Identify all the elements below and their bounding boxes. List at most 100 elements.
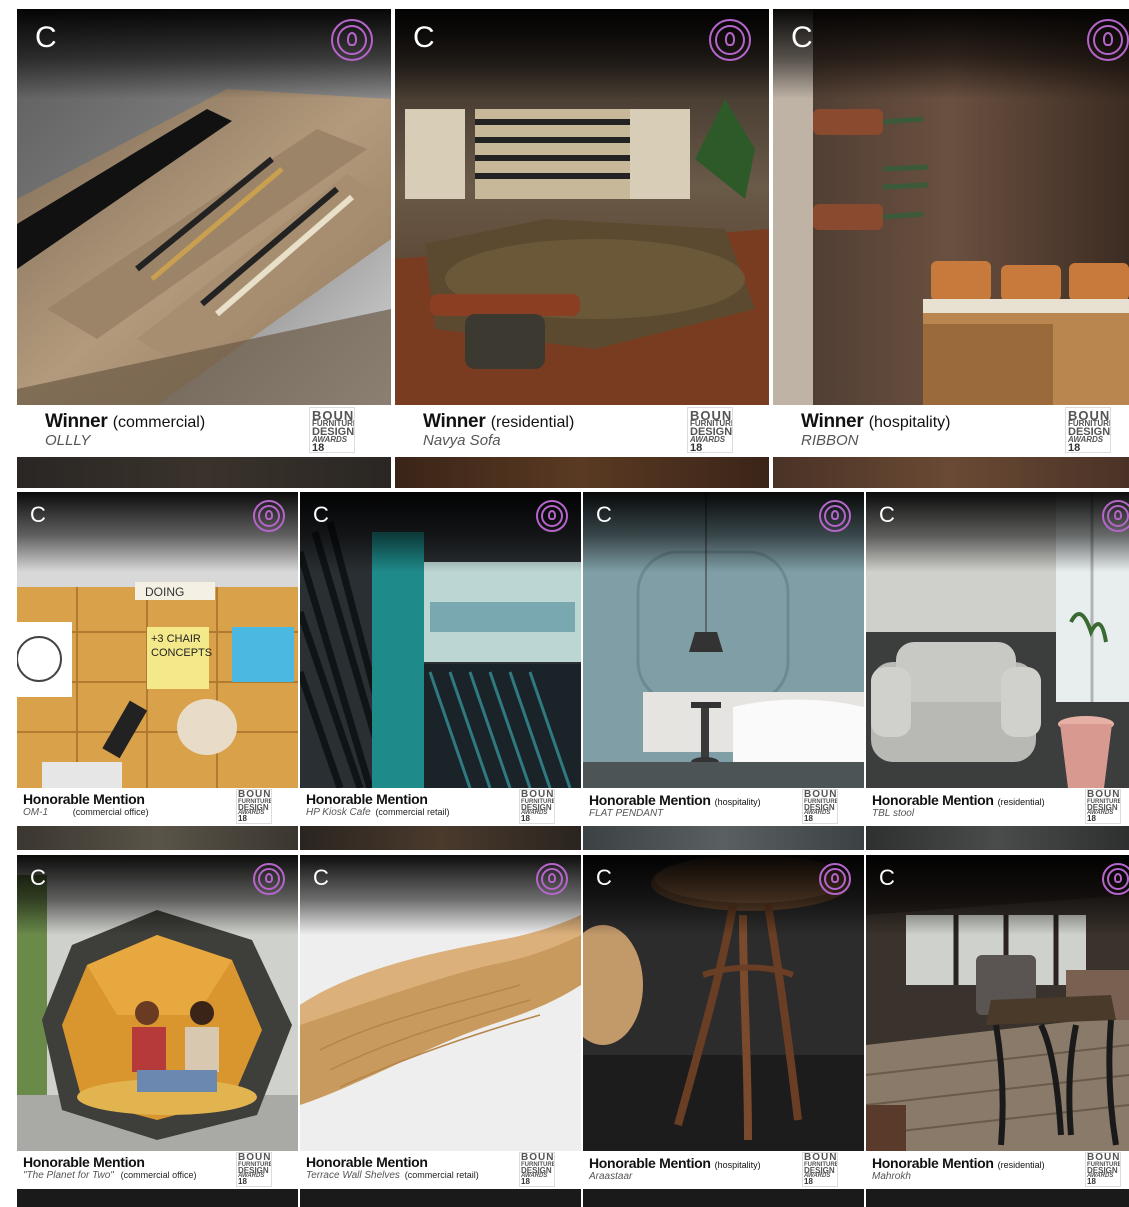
- top-gradient: [866, 492, 1129, 572]
- award-title: Winner: [45, 411, 108, 432]
- award-card-hp-kiosk-cafe[interactable]: C Honorable Mention HP Kiosk Cafe (comme…: [300, 492, 581, 850]
- boun-awards-logo: BOUN FURNITURE DESIGN AWARDS 18: [1085, 1152, 1121, 1187]
- award-card-navya-sofa[interactable]: C Winner (residential) Navya Sofa BOUN F…: [395, 9, 769, 488]
- top-gradient: [866, 855, 1129, 935]
- award-label: Winner (residential) Navya Sofa BOUN FUR…: [395, 405, 769, 457]
- reader-badge-icon: [1102, 863, 1129, 895]
- reader-badge-icon: [536, 863, 568, 895]
- award-card-mahrokh[interactable]: C Honorable Mention (residential) Mahrok…: [866, 855, 1129, 1207]
- image-strip: [17, 457, 391, 488]
- svg-text:DOING: DOING: [145, 585, 184, 599]
- top-gradient: [17, 9, 391, 99]
- project-name: FLAT PENDANT: [589, 808, 664, 819]
- award-title: Honorable Mention: [23, 1154, 145, 1170]
- project-name: "The Planet for Two" (commercial office): [23, 1170, 197, 1181]
- award-label: Winner (commercial) OLLLY BOUN FURNITURE…: [17, 405, 391, 457]
- award-card-flat-pendant[interactable]: C Honorable Mention (hospitality) FLAT P…: [583, 492, 864, 850]
- project-name: Navya Sofa: [423, 432, 501, 449]
- project-name: OM-1 (commercial office): [23, 807, 149, 818]
- award-title: Winner: [423, 411, 486, 432]
- boun-awards-logo: BOUN FURNITURE DESIGN AWARDS 18: [519, 1152, 555, 1187]
- corner-mark: C: [35, 21, 57, 54]
- corner-mark: C: [596, 502, 612, 527]
- award-title: Honorable Mention: [306, 1154, 428, 1170]
- corner-mark: C: [30, 502, 46, 527]
- image-strip: [583, 1189, 864, 1207]
- award-label: Honorable Mention Terrace Wall Shelves (…: [300, 1151, 581, 1189]
- award-label: Honorable Mention HP Kiosk Cafe (commerc…: [300, 788, 581, 826]
- top-gradient: [300, 855, 581, 935]
- corner-mark: C: [30, 865, 46, 890]
- corner-mark: C: [879, 502, 895, 527]
- reader-badge-icon: [253, 863, 285, 895]
- award-title: Honorable Mention: [306, 791, 428, 807]
- award-category: (commercial retail): [375, 807, 450, 817]
- award-label: Honorable Mention "The Planet for Two" (…: [17, 1151, 298, 1189]
- corner-mark: C: [791, 21, 813, 54]
- award-category: (hospitality): [714, 1160, 761, 1170]
- top-gradient: [583, 492, 864, 572]
- image-strip: [300, 826, 581, 850]
- top-gradient: [773, 9, 1129, 99]
- award-category: (residential): [997, 1160, 1045, 1170]
- reader-badge-icon: [1102, 500, 1129, 532]
- award-card-om-1[interactable]: DOING +3 CHAIR CONCEPTS C Honorable Ment…: [17, 492, 298, 850]
- award-category: (residential): [490, 414, 575, 431]
- project-name: TBL stool: [872, 808, 915, 819]
- image-strip: [395, 457, 769, 488]
- image-strip: [17, 1189, 298, 1207]
- award-category: (commercial office): [120, 1170, 197, 1180]
- award-label: Honorable Mention (hospitality) FLAT PEN…: [583, 788, 864, 826]
- corner-mark: C: [596, 865, 612, 890]
- reader-badge-icon: [331, 19, 373, 61]
- reader-badge-icon: [819, 863, 851, 895]
- top-gradient: [17, 492, 298, 572]
- boun-awards-logo: BOUN FURNITURE DESIGN AWARDS 18: [802, 789, 838, 824]
- image-strip: [866, 826, 1129, 850]
- award-card-ollly[interactable]: C Winner (commercial) OLLLY BOUN FURNITU…: [17, 9, 391, 488]
- project-name: Mahrokh: [872, 1171, 911, 1182]
- award-label: Winner (hospitality) RIBBON BOUN FURNITU…: [773, 405, 1129, 457]
- award-title: Honorable Mention: [589, 792, 711, 808]
- boun-awards-logo: BOUN FURNITURE DESIGN AWARDS 18: [236, 789, 272, 824]
- corner-mark: C: [879, 865, 895, 890]
- award-card-planet-for-two[interactable]: C Honorable Mention "The Planet for Two"…: [17, 855, 298, 1207]
- project-name: OLLLY: [45, 432, 91, 449]
- award-category: (residential): [997, 797, 1045, 807]
- reader-badge-icon: [253, 500, 285, 532]
- award-title: Honorable Mention: [872, 792, 994, 808]
- top-gradient: [395, 9, 769, 99]
- award-card-terrace-wall-shelves[interactable]: C Honorable Mention Terrace Wall Shelves…: [300, 855, 581, 1207]
- award-category: (commercial office): [72, 807, 149, 817]
- boun-awards-logo: BOUN FURNITURE DESIGN AWARDS 18: [802, 1152, 838, 1187]
- award-gallery: C Winner (commercial) OLLLY BOUN FURNITU…: [0, 0, 1129, 1207]
- award-title: Honorable Mention: [872, 1155, 994, 1171]
- image-strip: [583, 826, 864, 850]
- boun-awards-logo: BOUN FURNITURE DESIGN AWARDS 18: [1065, 407, 1111, 453]
- award-label: Honorable Mention (residential) TBL stoo…: [866, 788, 1129, 826]
- award-category: (commercial retail): [404, 1170, 479, 1180]
- svg-text:+3 CHAIR: +3 CHAIR: [151, 633, 201, 645]
- award-card-tbl-stool[interactable]: C Honorable Mention (residential) TBL st…: [866, 492, 1129, 850]
- image-strip: [866, 1189, 1129, 1207]
- award-card-araastaar[interactable]: C Honorable Mention (hospitality) Araast…: [583, 855, 864, 1207]
- reader-badge-icon: [1087, 19, 1129, 61]
- award-label: Honorable Mention (residential) Mahrokh …: [866, 1151, 1129, 1189]
- award-card-ribbon[interactable]: C Winner (hospitality) RIBBON BOUN FURNI…: [773, 9, 1129, 488]
- reader-badge-icon: [536, 500, 568, 532]
- image-strip: [17, 826, 298, 850]
- award-category: (hospitality): [714, 797, 761, 807]
- project-name: RIBBON: [801, 432, 859, 449]
- award-label: Honorable Mention (hospitality) Araastaa…: [583, 1151, 864, 1189]
- boun-awards-logo: BOUN FURNITURE DESIGN AWARDS 18: [519, 789, 555, 824]
- svg-text:CONCEPTS: CONCEPTS: [151, 647, 212, 659]
- boun-awards-logo: BOUN FURNITURE DESIGN AWARDS 18: [1085, 789, 1121, 824]
- project-name: HP Kiosk Cafe (commercial retail): [306, 807, 450, 818]
- project-name: Araastaar: [589, 1171, 633, 1182]
- corner-mark: C: [313, 502, 329, 527]
- boun-awards-logo: BOUN FURNITURE DESIGN AWARDS 18: [687, 407, 733, 453]
- award-category: (commercial): [112, 414, 206, 431]
- award-title: Honorable Mention: [23, 791, 145, 807]
- reader-badge-icon: [819, 500, 851, 532]
- corner-mark: C: [313, 865, 329, 890]
